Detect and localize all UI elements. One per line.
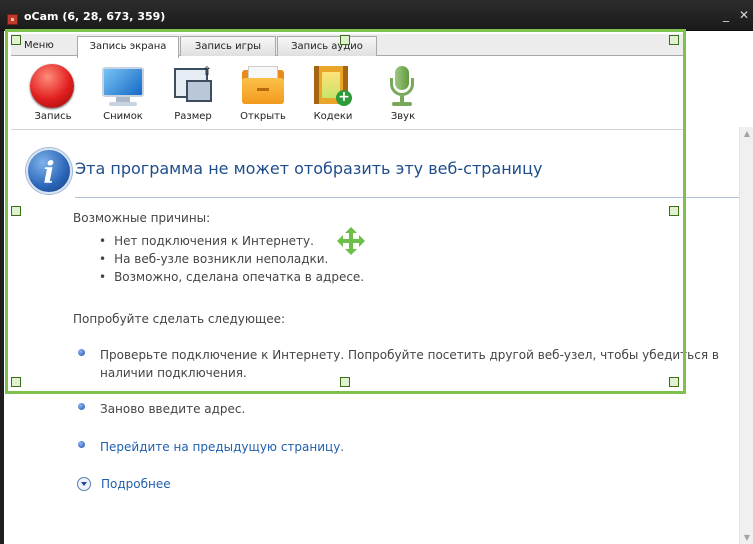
chevron-down-circle-icon[interactable] xyxy=(77,477,91,491)
suggestion-text: Заново введите адрес. xyxy=(100,402,246,416)
close-button[interactable]: ✕ xyxy=(739,9,749,21)
resize-handle-top-right[interactable] xyxy=(669,35,679,45)
record-button[interactable]: Запись xyxy=(21,62,85,126)
move-cross-icon[interactable] xyxy=(337,227,365,255)
tool-label: Снимок xyxy=(103,111,143,122)
tool-label: Кодеки xyxy=(313,111,353,122)
open-button[interactable]: Открыть xyxy=(231,62,295,126)
snapshot-button[interactable]: Снимок xyxy=(91,62,155,126)
tool-label: Запись xyxy=(34,111,72,122)
codec-film-icon: + xyxy=(310,64,356,108)
tab-audio-recording[interactable]: Запись аудио xyxy=(277,36,377,57)
tool-label: Открыть xyxy=(240,111,286,122)
microphone-icon xyxy=(380,64,426,108)
resize-handle-right[interactable] xyxy=(669,206,679,216)
scroll-down-arrow-icon[interactable]: ▼ xyxy=(740,533,753,542)
more-info-link[interactable]: Подробнее xyxy=(101,477,171,491)
resize-handle-top-left[interactable] xyxy=(11,35,21,45)
scroll-up-arrow-icon[interactable]: ▲ xyxy=(740,129,753,138)
resize-handle-bottom-right[interactable] xyxy=(669,377,679,387)
resize-handle-bottom[interactable] xyxy=(340,377,350,387)
resize-handle-top[interactable] xyxy=(340,35,350,45)
minimize-button[interactable]: _ xyxy=(723,9,729,21)
tab-screen-recording[interactable]: Запись экрана xyxy=(77,36,179,58)
go-back-link[interactable]: Перейдите на предыдущую страницу. xyxy=(100,438,344,456)
ocam-control-panel: Меню Запись экрана Запись игры Запись ау… xyxy=(11,34,683,130)
window-controls: _ ✕ xyxy=(723,9,749,21)
capture-region[interactable]: Меню Запись экрана Запись игры Запись ау… xyxy=(5,29,686,394)
resize-handle-bottom-left[interactable] xyxy=(11,377,21,387)
codecs-button[interactable]: + Кодеки xyxy=(301,62,365,126)
sound-button[interactable]: Звук xyxy=(371,62,435,126)
ocam-app-icon[interactable] xyxy=(7,14,18,25)
window-titlebar[interactable]: oCam (6, 28, 673, 359) _ ✕ xyxy=(0,0,753,31)
tool-label: Звук xyxy=(390,111,416,122)
bullet-icon xyxy=(78,441,85,448)
ocam-toolbar: Запись Снимок ⇧ Размер Открыть + Кодеки … xyxy=(11,56,683,130)
resize-button[interactable]: ⇧ Размер xyxy=(161,62,225,126)
window-title: oCam (6, 28, 673, 359) xyxy=(24,10,166,23)
suggestion-retype-address: Заново введите адрес. xyxy=(78,400,245,418)
record-icon xyxy=(30,64,76,108)
folder-icon xyxy=(240,64,286,108)
tool-label: Размер xyxy=(174,111,212,122)
tab-game-recording[interactable]: Запись игры xyxy=(180,36,276,57)
resize-handle-left[interactable] xyxy=(11,206,21,216)
suggestion-go-back[interactable]: Перейдите на предыдущую страницу. xyxy=(78,438,344,456)
vertical-scrollbar[interactable]: ▲ ▼ xyxy=(739,127,753,544)
more-info-toggle[interactable]: Подробнее xyxy=(77,477,171,491)
monitor-snapshot-icon xyxy=(100,64,146,108)
resize-icon: ⇧ xyxy=(170,64,216,108)
bullet-icon xyxy=(78,403,85,410)
